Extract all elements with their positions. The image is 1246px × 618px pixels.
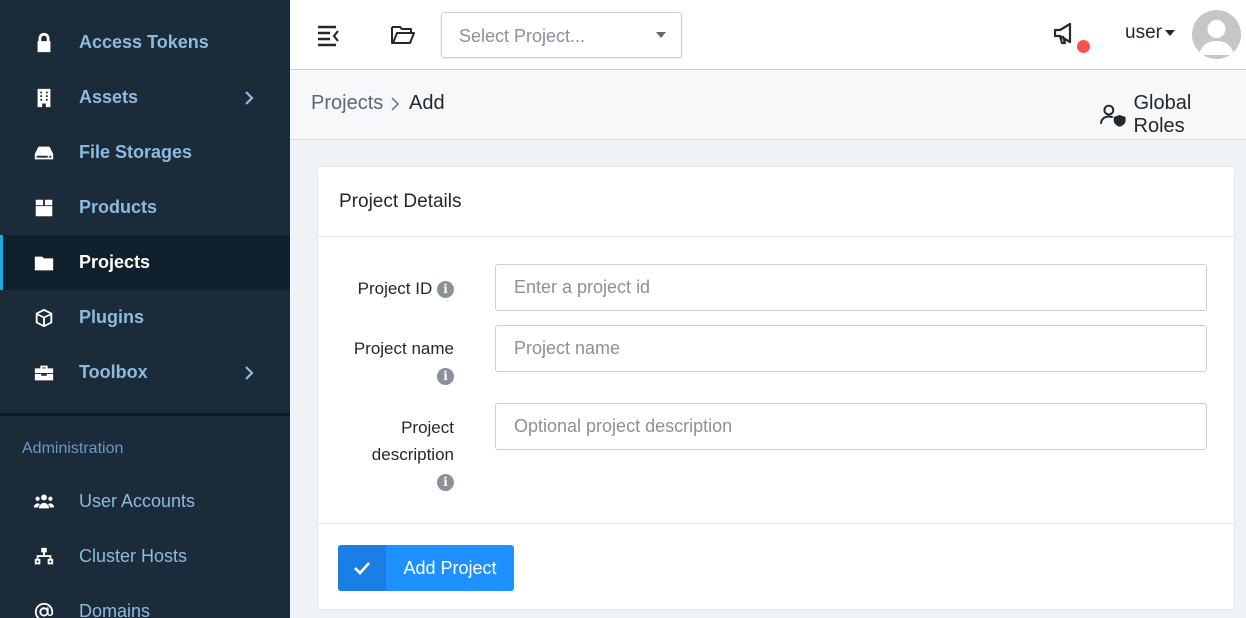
top-header: Select Project... user bbox=[290, 0, 1246, 70]
project-description-label-line2: description bbox=[371, 445, 454, 464]
project-id-input[interactable] bbox=[496, 265, 1206, 310]
global-roles-label: Global Roles bbox=[1133, 92, 1192, 137]
chevron-right-icon bbox=[389, 96, 403, 112]
sidebar-item-access-tokens[interactable]: Access Tokens bbox=[0, 15, 290, 70]
sidebar-item-products[interactable]: Products bbox=[0, 180, 290, 235]
chevron-right-icon bbox=[242, 90, 256, 105]
sidebar-item-toolbox[interactable]: Toolbox bbox=[0, 345, 290, 400]
info-icon[interactable]: i bbox=[437, 281, 454, 299]
project-select-placeholder: Select Project... bbox=[459, 26, 586, 46]
project-details-card: Project Details Project ID i Project nam… bbox=[317, 166, 1235, 610]
project-name-label-text: Project name bbox=[353, 339, 454, 358]
sidebar-item-label: Domains bbox=[79, 601, 151, 618]
sidebar-toggle-button[interactable] bbox=[316, 22, 342, 48]
sidebar-item-label: Access Tokens bbox=[79, 32, 209, 52]
sidebar-item-label: Assets bbox=[79, 87, 139, 107]
lock-icon bbox=[32, 31, 56, 55]
notification-dot bbox=[1077, 40, 1090, 53]
hdd-icon bbox=[32, 141, 56, 165]
sidebar-item-file-storages[interactable]: File Storages bbox=[0, 125, 290, 180]
info-icon[interactable]: i bbox=[437, 474, 454, 492]
add-project-button[interactable]: Add Project bbox=[338, 545, 514, 591]
project-name-input[interactable] bbox=[496, 326, 1206, 371]
project-description-label-line1: Project bbox=[401, 418, 454, 437]
sidebar-item-label: File Storages bbox=[79, 142, 193, 162]
chevron-right-icon bbox=[242, 365, 256, 380]
sidebar-item-domains[interactable]: Domains bbox=[0, 584, 290, 618]
avatar[interactable] bbox=[1192, 10, 1241, 59]
sidebar-item-label: User Accounts bbox=[79, 491, 196, 511]
sidebar: Access Tokens Assets File Storages Produ… bbox=[0, 0, 290, 618]
folder-open-icon bbox=[390, 26, 416, 52]
announcements-button[interactable] bbox=[1052, 20, 1090, 53]
users-icon bbox=[32, 490, 56, 514]
card-header: Project Details bbox=[318, 167, 1234, 237]
megaphone-icon bbox=[1052, 22, 1080, 52]
folder-icon bbox=[32, 251, 56, 275]
sidebar-item-user-accounts[interactable]: User Accounts bbox=[0, 474, 290, 529]
sidebar-item-cluster-hosts[interactable]: Cluster Hosts bbox=[0, 529, 290, 584]
breadcrumb: Projects Add Global Roles bbox=[290, 70, 1246, 140]
box-icon bbox=[32, 196, 56, 220]
cube-icon bbox=[32, 306, 56, 330]
project-select[interactable]: Select Project... bbox=[441, 12, 682, 58]
project-name-field[interactable] bbox=[495, 325, 1207, 372]
card-title: Project Details bbox=[339, 191, 462, 212]
chevron-down-icon bbox=[656, 32, 666, 38]
sidebar-item-projects[interactable]: Projects bbox=[0, 235, 290, 290]
project-description-field[interactable] bbox=[495, 403, 1207, 450]
global-roles-link[interactable]: Global Roles bbox=[1100, 92, 1246, 138]
card-footer: Add Project bbox=[318, 523, 1234, 609]
building-icon bbox=[32, 86, 56, 110]
user-menu[interactable]: user bbox=[1125, 22, 1175, 44]
project-id-label: Project ID i bbox=[334, 275, 454, 302]
sidebar-divider bbox=[0, 413, 290, 416]
project-description-input[interactable] bbox=[496, 404, 1206, 449]
toolbox-icon bbox=[32, 361, 56, 385]
chevron-down-icon bbox=[1164, 30, 1175, 36]
sidebar-item-assets[interactable]: Assets bbox=[0, 70, 290, 125]
sidebar-heading-administration: Administration bbox=[22, 440, 124, 457]
user-shield-icon bbox=[1100, 104, 1126, 127]
add-project-button-label: Add Project bbox=[403, 557, 497, 578]
project-description-label: Project description i bbox=[334, 414, 454, 495]
breadcrumb-projects-link[interactable]: Projects bbox=[311, 92, 383, 115]
open-project-button[interactable] bbox=[390, 22, 416, 48]
project-id-field[interactable] bbox=[495, 264, 1207, 311]
sidebar-item-label: Projects bbox=[79, 252, 151, 272]
user-name: user bbox=[1125, 22, 1162, 43]
sidebar-item-label: Plugins bbox=[79, 307, 145, 327]
network-icon bbox=[32, 545, 56, 569]
check-icon bbox=[338, 545, 386, 591]
at-icon bbox=[32, 600, 56, 618]
user-silhouette-icon bbox=[1199, 20, 1234, 55]
sidebar-item-plugins[interactable]: Plugins bbox=[0, 290, 290, 345]
project-id-label-text: Project ID bbox=[357, 279, 433, 298]
sidebar-item-label: Toolbox bbox=[79, 362, 148, 382]
breadcrumb-current: Add bbox=[409, 92, 445, 114]
menu-collapse-icon bbox=[316, 25, 342, 52]
project-name-label: Project name i bbox=[334, 335, 454, 389]
sidebar-item-label: Cluster Hosts bbox=[79, 546, 188, 566]
sidebar-item-label: Products bbox=[79, 197, 158, 217]
info-icon[interactable]: i bbox=[437, 368, 454, 386]
